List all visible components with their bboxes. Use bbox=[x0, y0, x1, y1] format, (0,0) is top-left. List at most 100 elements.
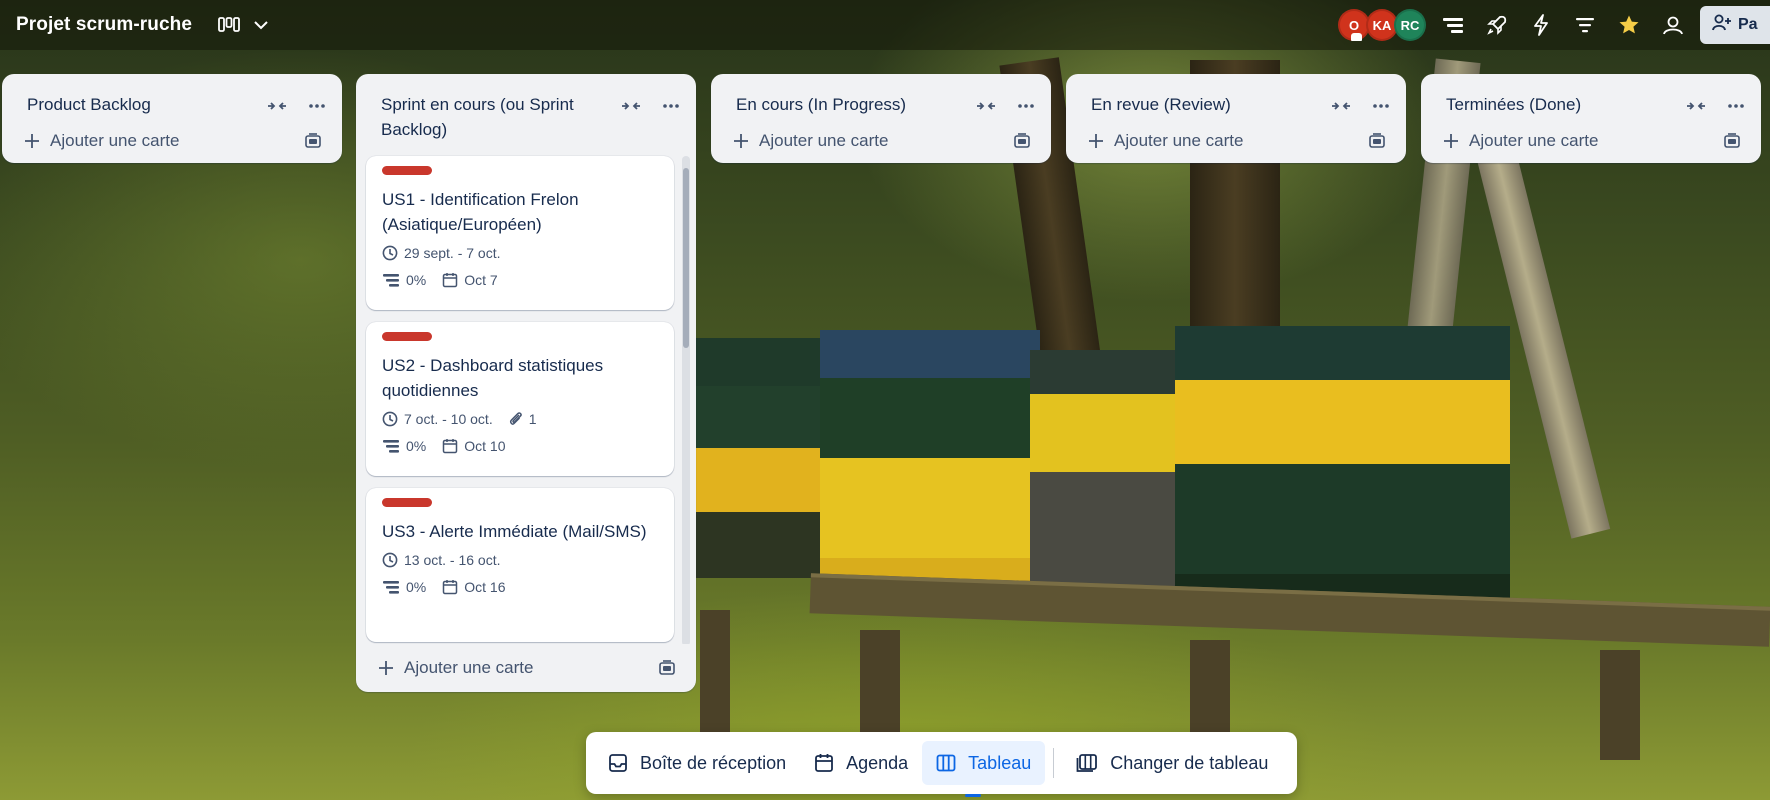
nav-switch-board-label: Changer de tableau bbox=[1110, 752, 1269, 773]
board-view-switcher[interactable] bbox=[218, 17, 268, 33]
add-card-button[interactable]: Ajouter une carte bbox=[733, 131, 888, 151]
nav-board[interactable]: Tableau bbox=[922, 741, 1046, 797]
nav-inbox[interactable]: Boîte de réception bbox=[594, 741, 800, 785]
progress-text: 0% bbox=[406, 579, 427, 595]
automation-icon[interactable] bbox=[1528, 12, 1554, 38]
plus-icon bbox=[379, 661, 393, 675]
clock-icon bbox=[382, 411, 398, 427]
list-done: Terminées (Done) Ajouter une carte bbox=[1421, 74, 1761, 163]
list-title[interactable]: Product Backlog bbox=[27, 92, 151, 117]
list-scrollbar[interactable] bbox=[682, 156, 690, 644]
clock-icon bbox=[382, 245, 398, 261]
plus-icon bbox=[734, 134, 748, 148]
board-members[interactable]: O KA RC bbox=[1338, 9, 1426, 41]
add-card-label: Ajouter une carte bbox=[759, 131, 889, 150]
nav-agenda-label: Agenda bbox=[846, 752, 909, 773]
label-red[interactable] bbox=[382, 498, 432, 507]
collapse-list-icon[interactable] bbox=[975, 95, 997, 117]
collapse-list-icon[interactable] bbox=[620, 95, 642, 117]
nav-switch-board[interactable]: Changer de tableau bbox=[1062, 741, 1282, 785]
star-icon[interactable] bbox=[1616, 12, 1642, 38]
due-date-badge[interactable]: Oct 16 bbox=[442, 579, 505, 595]
due-date-badge[interactable]: Oct 10 bbox=[442, 438, 505, 454]
card-template-icon[interactable] bbox=[1013, 133, 1031, 149]
filter-icon[interactable] bbox=[1572, 12, 1598, 38]
nav-board-label: Tableau bbox=[968, 752, 1032, 773]
avatar-member-3[interactable]: RC bbox=[1394, 9, 1426, 41]
list-title[interactable]: Sprint en cours (ou Sprint Backlog) bbox=[381, 92, 611, 142]
card-title: US3 - Alerte Immédiate (Mail/SMS) bbox=[382, 522, 647, 541]
dates-badge[interactable]: 7 oct. - 10 oct. bbox=[382, 411, 493, 427]
plus-icon bbox=[1089, 134, 1103, 148]
card-template-icon[interactable] bbox=[1723, 133, 1741, 149]
plus-icon bbox=[1444, 134, 1458, 148]
share-button[interactable]: Pa bbox=[1700, 6, 1770, 44]
card-list: US1 - Identification Frelon (Asiatique/E… bbox=[356, 148, 696, 644]
scrum-progress-icon bbox=[383, 274, 399, 287]
clock-icon bbox=[382, 552, 398, 568]
add-card-label: Ajouter une carte bbox=[50, 131, 180, 150]
dates-text: 29 sept. - 7 oct. bbox=[404, 245, 501, 261]
members-icon[interactable] bbox=[1660, 12, 1686, 38]
dates-badge[interactable]: 29 sept. - 7 oct. bbox=[382, 245, 501, 261]
inbox-icon bbox=[609, 754, 627, 772]
collapse-list-icon[interactable] bbox=[266, 95, 288, 117]
list-title[interactable]: En cours (In Progress) bbox=[736, 92, 906, 117]
dates-text: 13 oct. - 16 oct. bbox=[404, 552, 501, 568]
label-red[interactable] bbox=[382, 332, 432, 341]
dates-badge[interactable]: 13 oct. - 16 oct. bbox=[382, 552, 501, 568]
nav-agenda[interactable]: Agenda bbox=[800, 741, 922, 785]
list-in-progress: En cours (In Progress) Ajouter une carte bbox=[711, 74, 1051, 163]
nav-divider bbox=[1053, 748, 1055, 778]
add-card-label: Ajouter une carte bbox=[1469, 131, 1599, 150]
board-header: Projet scrum-ruche O KA RC Pa bbox=[0, 0, 1770, 50]
scrum-progress-icon bbox=[383, 581, 399, 594]
progress-badge: 0% bbox=[382, 579, 426, 595]
rocket-icon[interactable] bbox=[1484, 12, 1510, 38]
board-view-icon[interactable] bbox=[218, 17, 240, 33]
add-card-button[interactable]: Ajouter une carte bbox=[1088, 131, 1243, 151]
card-us1[interactable]: US1 - Identification Frelon (Asiatique/E… bbox=[366, 156, 674, 310]
collapse-list-icon[interactable] bbox=[1685, 95, 1707, 117]
progress-text: 0% bbox=[406, 272, 427, 288]
add-member-icon bbox=[1712, 14, 1732, 37]
progress-badge: 0% bbox=[382, 438, 426, 454]
add-card-button[interactable]: Ajouter une carte bbox=[378, 658, 533, 678]
label-red[interactable] bbox=[382, 166, 432, 175]
more-options-icon[interactable] bbox=[660, 95, 682, 117]
board-icon bbox=[936, 754, 956, 772]
bottom-navigation: Boîte de réception Agenda Tableau Change… bbox=[586, 732, 1297, 797]
due-date-badge[interactable]: Oct 7 bbox=[442, 272, 498, 288]
card-template-icon[interactable] bbox=[1368, 133, 1386, 149]
add-card-button[interactable]: Ajouter une carte bbox=[1443, 131, 1598, 151]
calendar-icon bbox=[815, 754, 834, 772]
card-title: US1 - Identification Frelon (Asiatique/E… bbox=[382, 190, 579, 234]
calendar-icon bbox=[442, 439, 458, 454]
list-title[interactable]: Terminées (Done) bbox=[1446, 92, 1581, 117]
more-options-icon[interactable] bbox=[1015, 95, 1037, 117]
card-template-icon[interactable] bbox=[304, 133, 322, 149]
scrum-icon[interactable] bbox=[1440, 12, 1466, 38]
progress-text: 0% bbox=[406, 438, 427, 454]
list-product-backlog: Product Backlog Ajouter une carte bbox=[2, 74, 342, 163]
attachments-badge: 1 bbox=[509, 411, 537, 427]
active-indicator bbox=[965, 794, 982, 797]
share-button-label: Pa bbox=[1738, 16, 1758, 33]
due-date-text: Oct 16 bbox=[464, 579, 506, 595]
card-us2[interactable]: US2 - Dashboard statistiques quotidienne… bbox=[366, 322, 674, 476]
chevron-down-icon[interactable] bbox=[254, 20, 268, 30]
calendar-icon bbox=[442, 273, 458, 288]
progress-badge: 0% bbox=[382, 272, 426, 288]
card-us3[interactable]: US3 - Alerte Immédiate (Mail/SMS) 13 oct… bbox=[366, 488, 674, 642]
card-template-icon[interactable] bbox=[658, 660, 676, 676]
more-options-icon[interactable] bbox=[1370, 95, 1392, 117]
add-card-button[interactable]: Ajouter une carte bbox=[24, 131, 179, 151]
list-title[interactable]: En revue (Review) bbox=[1091, 92, 1231, 117]
board-title[interactable]: Projet scrum-ruche bbox=[16, 14, 192, 36]
collapse-list-icon[interactable] bbox=[1330, 95, 1352, 117]
more-options-icon[interactable] bbox=[1725, 95, 1747, 117]
nav-inbox-label: Boîte de réception bbox=[640, 752, 787, 773]
more-options-icon[interactable] bbox=[306, 95, 328, 117]
admin-badge-icon bbox=[1351, 33, 1362, 41]
plus-icon bbox=[25, 134, 39, 148]
